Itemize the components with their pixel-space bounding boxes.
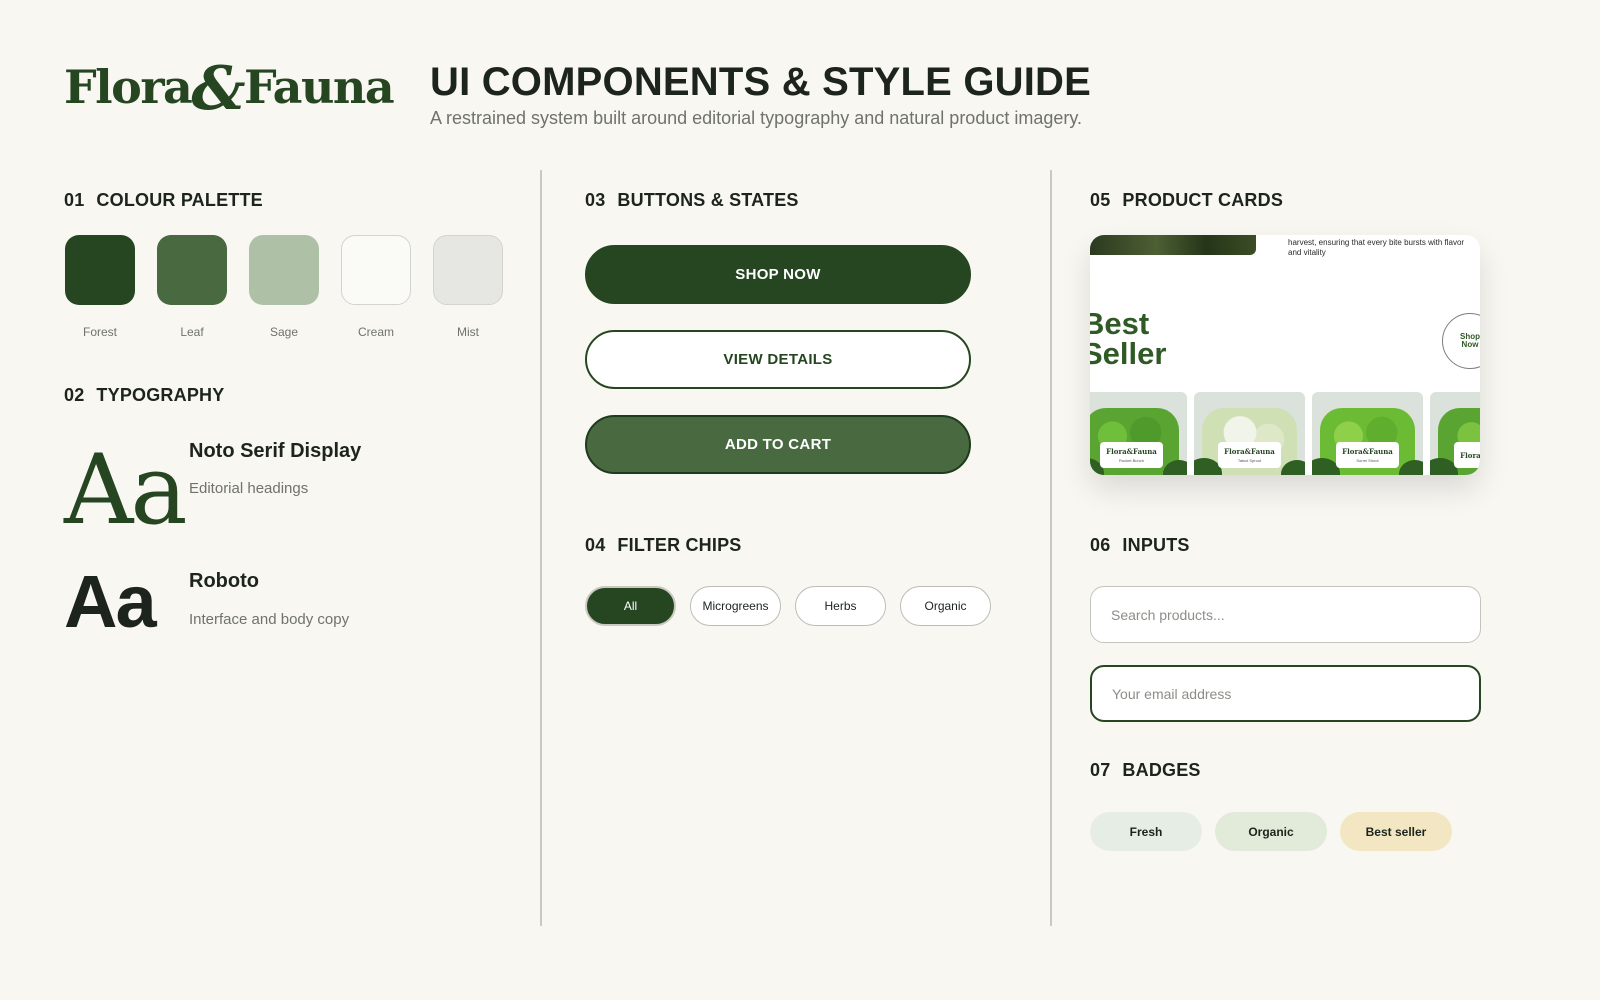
section-title-filter-chips: 04 FILTER CHIPS (585, 535, 742, 556)
product-tile-name: Sorrel Shoot (1356, 458, 1379, 463)
badge-organic: Organic (1215, 812, 1327, 851)
section-title-colour-palette: 01 COLOUR PALETTE (64, 190, 263, 211)
filter-chip-herbs[interactable]: Herbs (795, 586, 886, 626)
sans-font-name: Roboto (189, 570, 259, 592)
swatch-label-sage: Sage (269, 325, 299, 339)
sans-font-description: Interface and body copy (189, 611, 350, 628)
section-title-buttons: 03 BUTTONS & STATES (585, 190, 799, 211)
section-label: TYPOGRAPHY (96, 385, 225, 405)
card-hero-image (1090, 235, 1256, 255)
swatch-label-cream: Cream (357, 325, 394, 339)
product-tile-label: Flora&Fauna Rocket Bunch (1100, 442, 1163, 468)
product-tile-name: Rocket Bunch (1119, 458, 1144, 463)
section-title-badges: 07 BADGES (1090, 760, 1201, 781)
section-label: PRODUCT CARDS (1122, 190, 1284, 210)
card-heading-line-1: Best (1090, 306, 1150, 341)
product-card-preview[interactable]: harvest, ensuring that every bite bursts… (1090, 235, 1480, 475)
section-number: 04 (585, 535, 606, 555)
section-number: 07 (1090, 760, 1111, 780)
product-tile-brand: Flora&Fauna (1224, 447, 1275, 456)
product-tile-brand: Flora&Fauna (1342, 447, 1393, 456)
brand-logo[interactable]: Flora&Fauna (64, 48, 395, 124)
section-number: 02 (64, 385, 85, 405)
product-tile-label: Flora&Fauna Tatsoi Sprout (1218, 442, 1281, 468)
badge-fresh: Fresh (1090, 812, 1202, 851)
section-label: INPUTS (1122, 535, 1190, 555)
product-tile-brand: Flora&Fauna (1460, 450, 1480, 460)
section-label: BUTTONS & STATES (617, 190, 799, 210)
card-heading-line-2: Seller (1090, 336, 1167, 371)
section-number: 03 (585, 190, 606, 210)
product-tile-brand: Flora&Fauna (1106, 447, 1157, 456)
view-details-button[interactable]: VIEW DETAILS (585, 330, 971, 389)
add-to-cart-button[interactable]: ADD TO CART (585, 415, 971, 474)
swatch-cream (341, 235, 411, 305)
swatch-label-leaf: Leaf (180, 325, 204, 339)
section-number: 06 (1090, 535, 1111, 555)
swatch-mist (433, 235, 503, 305)
section-number: 05 (1090, 190, 1111, 210)
brand-logo-left: Flora (64, 60, 193, 114)
filter-chip-organic[interactable]: Organic (900, 586, 991, 626)
card-caption: harvest, ensuring that every bite bursts… (1288, 238, 1465, 257)
swatch-forest (65, 235, 135, 305)
swatch-leaf (157, 235, 227, 305)
card-heading: Best Seller (1090, 306, 1167, 371)
product-tile[interactable]: Flora&Fauna Tatsoi Sprout (1194, 392, 1305, 475)
section-title-typography: 02 TYPOGRAPHY (64, 385, 224, 406)
serif-font-name: Noto Serif Display (189, 440, 362, 462)
swatch-sage (249, 235, 319, 305)
page-subtitle: A restrained system built around editori… (430, 108, 1083, 128)
brand-logo-ampersand: & (191, 54, 245, 124)
brand-logo-right: Fauna (244, 60, 395, 114)
filter-chip-microgreens[interactable]: Microgreens (690, 586, 781, 626)
swatch-label-mist: Mist (457, 325, 479, 339)
product-tile-name: Tatsoi Sprout (1237, 458, 1262, 463)
column-divider-2 (1050, 170, 1052, 926)
shop-now-button[interactable]: SHOP NOW (585, 245, 971, 304)
product-tile-label: Flora&Fauna (1454, 442, 1480, 468)
product-tile-label: Flora&Fauna Sorrel Shoot (1336, 442, 1399, 468)
section-number: 01 (64, 190, 85, 210)
filter-chip-all[interactable]: All (585, 586, 676, 626)
search-input[interactable] (1090, 586, 1481, 643)
product-tile[interactable]: Flora&Fauna (1430, 392, 1480, 475)
card-shop-line-2: Now (1461, 340, 1479, 349)
section-label: COLOUR PALETTE (96, 190, 263, 210)
email-field[interactable] (1090, 665, 1481, 722)
section-label: FILTER CHIPS (617, 535, 742, 555)
product-tile[interactable]: Flora&Fauna Rocket Bunch (1090, 392, 1187, 475)
section-label: BADGES (1122, 760, 1201, 780)
column-divider-1 (540, 170, 542, 926)
serif-font-description: Editorial headings (189, 480, 309, 497)
page-title: UI COMPONENTS & STYLE GUIDE (430, 60, 1092, 104)
section-title-product-cards: 05 PRODUCT CARDS (1090, 190, 1283, 211)
sans-specimen: Aa (64, 560, 157, 643)
product-tile[interactable]: Flora&Fauna Sorrel Shoot (1312, 392, 1423, 475)
card-shop-now-button[interactable]: Shop Now (1442, 313, 1480, 369)
section-title-inputs: 06 INPUTS (1090, 535, 1190, 556)
serif-specimen: Aa (64, 434, 188, 546)
badge-best-seller: Best seller (1340, 812, 1452, 851)
swatch-label-forest: Forest (82, 325, 117, 339)
